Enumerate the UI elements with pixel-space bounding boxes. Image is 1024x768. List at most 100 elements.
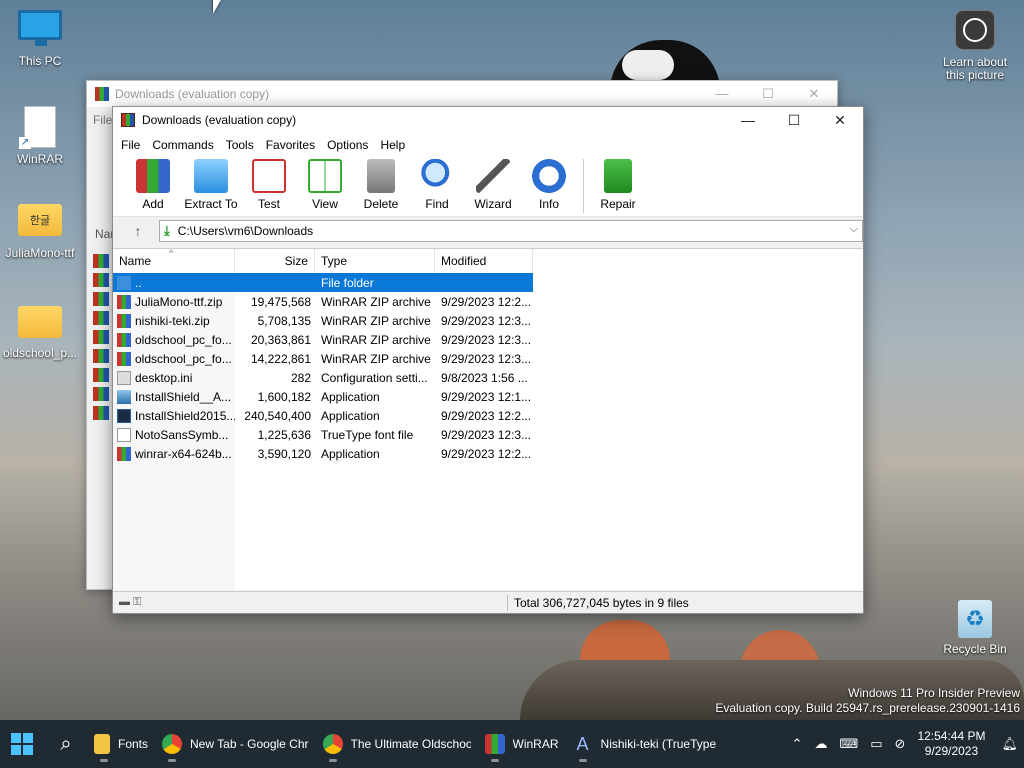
drive-key-icon[interactable]: ▬ ⚿ [113, 596, 157, 609]
file-size: 5,708,135 [257, 313, 311, 328]
taskbar-app-fonts[interactable]: Fonts [88, 724, 154, 764]
file-row[interactable]: InstallShield2015... 240,540,400 Applica… [113, 406, 533, 425]
file-list[interactable]: ^ Name Size Type Modified .. File folder … [113, 248, 863, 590]
file-size: 282 [290, 370, 311, 385]
add-label: Add [142, 197, 164, 211]
search-button[interactable]: ⌕ [44, 733, 88, 756]
file-modified: 9/29/2023 12:2... [441, 408, 532, 423]
file-modified: 9/29/2023 12:3... [441, 332, 532, 347]
file-row[interactable]: InstallShield__A... 1,600,182 Applicatio… [113, 387, 533, 406]
keyboard-icon[interactable]: ⌨ [839, 736, 858, 752]
learn-about-picture[interactable]: Learn about this picture [940, 10, 1010, 82]
maximize-button[interactable]: ☐ [771, 107, 817, 133]
clock-time: 12:54:44 PM [917, 729, 986, 743]
sort-asc-icon: ^ [169, 248, 174, 258]
file-row[interactable]: winrar-x64-624b... 3,590,120 Application… [113, 444, 533, 463]
file-name: InstallShield2015... [135, 408, 235, 423]
view-button[interactable]: View [297, 157, 353, 211]
minimize-button[interactable]: — [699, 81, 745, 107]
info-button[interactable]: Info [521, 157, 577, 211]
wallpaper-penguin-face [622, 50, 674, 80]
info-icon [532, 159, 566, 193]
file-size: 20,363,861 [250, 332, 311, 347]
winrar-window[interactable]: Downloads (evaluation copy) — ☐ ✕ File C… [112, 106, 864, 614]
desktop-icon-juliamono[interactable]: 한글 JuliaMono-ttf [0, 204, 80, 260]
taskbar: ⌕ Fonts New Tab - Google Chr The Ultimat… [0, 720, 1024, 768]
repair-button[interactable]: Repair [590, 157, 646, 211]
window-title: Downloads (evaluation copy) [142, 113, 297, 127]
clock-date: 9/29/2023 [924, 744, 979, 758]
file-row[interactable]: nishiki-teki.zip 5,708,135 WinRAR ZIP ar… [113, 311, 533, 330]
column-type[interactable]: Type [315, 249, 435, 273]
taskbar-app-chrome-oldschool[interactable]: The Ultimate Oldschoo [317, 724, 477, 764]
desktop-icon-recycle-bin[interactable]: ♻ Recycle Bin [940, 600, 1010, 656]
file-size: 3,590,120 [257, 446, 311, 461]
taskbar-app-label: The Ultimate Oldschoo [350, 737, 471, 751]
column-size[interactable]: Size [235, 249, 315, 273]
menu-help[interactable]: Help [374, 138, 411, 152]
file-name: NotoSansSymb... [135, 427, 229, 442]
menu-favorites[interactable]: Favorites [260, 138, 321, 152]
column-modified[interactable]: Modified [435, 249, 533, 273]
delete-button[interactable]: Delete [353, 157, 409, 211]
network-icon[interactable]: ⊘ [895, 736, 906, 752]
onedrive-icon[interactable]: ☁ [814, 736, 827, 752]
menu-commands[interactable]: Commands [146, 138, 219, 152]
file-row-parent[interactable]: .. File folder [113, 273, 533, 292]
add-button[interactable]: Add [125, 157, 181, 211]
up-folder-button[interactable]: ↑ [117, 223, 159, 239]
installer-icon [117, 408, 131, 423]
zip-archive-icon [117, 332, 131, 347]
menu-options[interactable]: Options [321, 138, 374, 152]
column-name[interactable]: ^ Name [113, 248, 235, 273]
find-button[interactable]: Find [409, 157, 465, 211]
system-tray: ⌃ ☁ ⌨ ▭ ⊘ 12:54:44 PM 9/29/2023 🔔︎ [786, 720, 1024, 768]
desktop-icon-winrar[interactable]: ↗ WinRAR [0, 106, 80, 166]
desktop-icon-label: Recycle Bin [943, 642, 1007, 656]
wizard-button[interactable]: Wizard [465, 157, 521, 211]
wizard-label: Wizard [474, 197, 512, 211]
taskbar-app-winrar[interactable]: WinRAR [479, 724, 565, 764]
file-modified: 9/29/2023 12:3... [441, 313, 532, 328]
maximize-button[interactable]: ☐ [745, 81, 791, 107]
notification-bell-icon[interactable]: 🔔︎ [1001, 736, 1018, 752]
desktop-icon-oldschool[interactable]: oldschool_p... [0, 300, 80, 360]
file-rows: .. File folder JuliaMono-ttf.zip 19,475,… [113, 273, 533, 463]
minimize-button[interactable]: — [725, 107, 771, 133]
close-button[interactable]: ✕ [791, 81, 837, 107]
start-button[interactable] [0, 733, 44, 755]
watermark-line: Evaluation copy. Build 25947.rs_prerelea… [715, 701, 1020, 715]
column-name-label: Name [119, 254, 152, 268]
chevron-down-icon[interactable]: ⌵ [850, 223, 858, 236]
title-bar[interactable]: Downloads (evaluation copy) — ☐ ✕ [113, 107, 863, 133]
test-label: Test [257, 197, 280, 211]
taskbar-app-chrome-newtab[interactable]: New Tab - Google Chr [156, 724, 315, 764]
file-name: .. [135, 275, 142, 290]
file-row[interactable]: oldschool_pc_fo... 14,222,861 WinRAR ZIP… [113, 349, 533, 368]
display-icon[interactable]: ▭ [870, 736, 882, 752]
column-header: ^ Name Size Type Modified [113, 248, 533, 273]
winrar-icon [484, 734, 505, 754]
status-bar: ▬ ⚿ Total 306,727,045 bytes in 9 files [113, 591, 863, 613]
chevron-up-icon[interactable]: ⌃ [792, 736, 803, 752]
address-field[interactable]: ⤓ C:\Users\vm6\Downloads ⌵ [159, 220, 863, 242]
file-name: desktop.ini [135, 370, 193, 385]
extract-to-button[interactable]: Extract To [181, 157, 241, 211]
title-bar[interactable]: Downloads (evaluation copy) — ☐ ✕ [87, 81, 837, 107]
learn-label: Learn about this picture [942, 55, 1008, 82]
file-row[interactable]: NotoSansSymb... 1,225,636 TrueType font … [113, 425, 533, 444]
file-name: InstallShield__A... [135, 389, 232, 404]
test-button[interactable]: Test [241, 157, 297, 211]
file-row[interactable]: JuliaMono-ttf.zip 19,475,568 WinRAR ZIP … [113, 292, 533, 311]
window-title: Downloads (evaluation copy) [115, 87, 270, 101]
menu-tools[interactable]: Tools [220, 138, 260, 152]
menu-bar: File Commands Tools Favorites Options He… [113, 133, 863, 157]
taskbar-app-label: Nishiki-teki (TrueType [600, 737, 717, 751]
file-row[interactable]: oldschool_pc_fo... 20,363,861 WinRAR ZIP… [113, 330, 533, 349]
taskbar-app-font-viewer[interactable]: A Nishiki-teki (TrueType [567, 724, 723, 764]
file-row[interactable]: desktop.ini 282 Configuration setti... 9… [113, 368, 533, 387]
desktop-icon-this-pc[interactable]: This PC [0, 10, 80, 68]
menu-file[interactable]: File [115, 138, 146, 152]
clock[interactable]: 12:54:44 PM 9/29/2023 [917, 729, 985, 759]
close-button[interactable]: ✕ [817, 107, 863, 133]
